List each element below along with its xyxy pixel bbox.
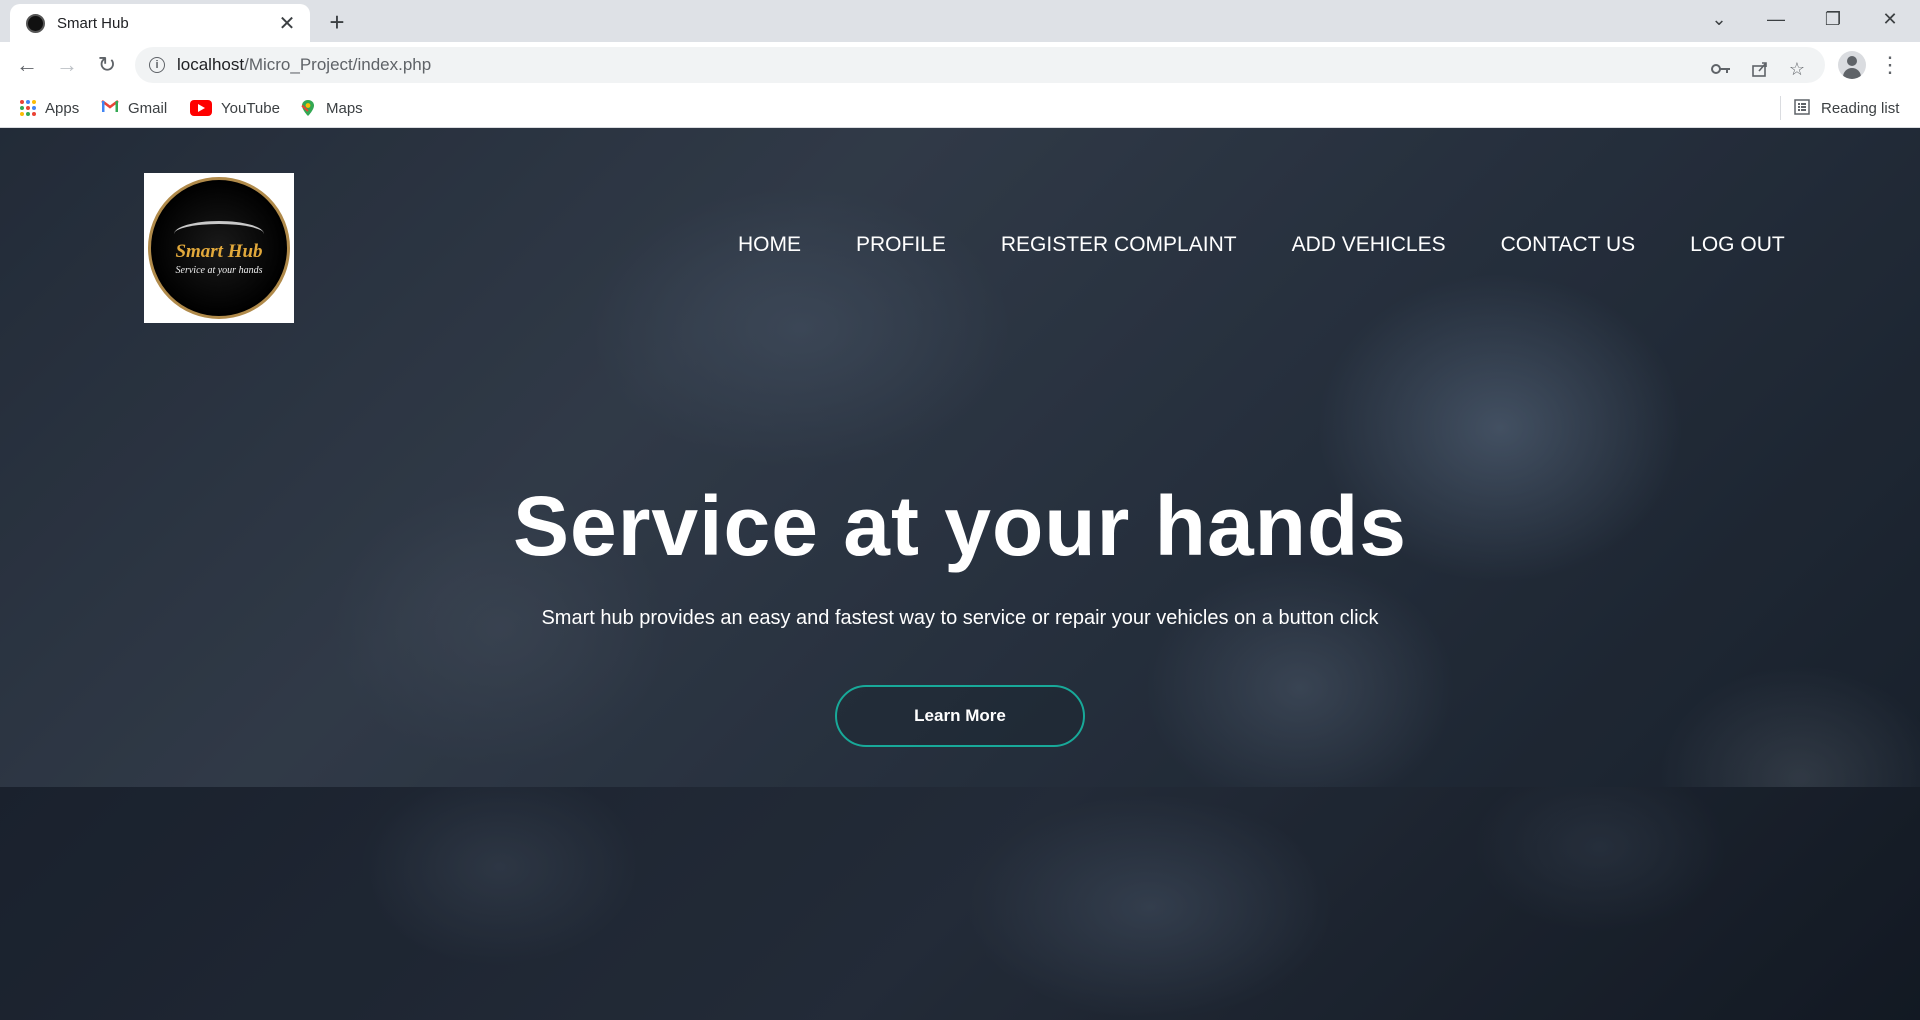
bookmark-apps[interactable]: Apps [20,88,79,128]
back-button[interactable]: ← [12,50,42,80]
window-close-button[interactable]: ✕ [1868,0,1912,38]
info-icon[interactable]: i [149,57,165,73]
url-path: /Micro_Project/index.php [244,55,432,74]
reading-list-icon [1794,99,1812,117]
tab-search-button[interactable]: ⌄ [1697,0,1741,38]
page-viewport: Smart Hub Service at your hands HOME PRO… [0,128,1920,1020]
maps-icon [299,99,317,117]
learn-more-button[interactable]: Learn More [835,685,1085,747]
nav-add-vehicles[interactable]: ADD VEHICLES [1292,233,1446,257]
bookmark-gmail[interactable]: Gmail [101,88,167,128]
url-host: localhost [177,55,245,74]
menu-icon[interactable]: ⋮ [1879,51,1901,79]
logo-emblem: Smart Hub Service at your hands [148,177,290,319]
url-text[interactable]: localhost/Micro_Project/index.php [177,55,431,75]
apps-icon [20,100,36,116]
restore-button[interactable]: ❐ [1811,0,1855,38]
nav-register-complaint[interactable]: REGISTER COMPLAINT [1001,233,1237,257]
key-icon[interactable] [1707,55,1735,83]
nav-contact-us[interactable]: CONTACT US [1501,233,1636,257]
logo-tagline: Service at your hands [175,264,263,276]
bookmark-label: Apps [45,99,80,117]
close-tab-icon[interactable]: ✕ [276,12,298,35]
address-bar[interactable]: i localhost/Micro_Project/index.php ☆ [135,47,1825,83]
hero-subtitle: Smart hub provides an easy and fastest w… [541,607,1379,629]
site-favicon-icon [26,13,45,33]
bookmark-label: YouTube [221,99,280,117]
minimize-button[interactable]: — [1754,0,1798,38]
reload-button[interactable]: ↻ [92,50,122,80]
logo-brand-text: Smart Hub [175,240,263,262]
tab-strip: Smart Hub ✕ + ⌄ — ❐ ✕ [0,0,1920,42]
bookmark-label: Gmail [128,99,168,117]
site-logo[interactable]: Smart Hub Service at your hands [144,173,294,323]
browser-tab[interactable]: Smart Hub ✕ [10,4,310,42]
main-navigation: HOME PROFILE REGISTER COMPLAINT ADD VEHI… [738,233,1785,257]
hero-title: Service at your hands [512,479,1408,573]
new-tab-button[interactable]: + [323,7,351,37]
nav-profile[interactable]: PROFILE [856,233,946,257]
nav-home[interactable]: HOME [738,233,801,257]
star-icon[interactable]: ☆ [1783,55,1811,83]
bookmarks-bar: Apps Gmail YouTube Maps Reading list [0,88,1920,128]
reading-list-button[interactable]: Reading list [1778,88,1899,128]
bookmark-youtube[interactable]: YouTube [190,88,280,128]
reading-list-label: Reading list [1821,99,1900,117]
share-icon[interactable] [1746,55,1774,83]
profile-icon[interactable] [1838,51,1866,79]
browser-toolbar: ← → ↻ i localhost/Micro_Project/index.ph… [0,42,1920,88]
bookmark-maps[interactable]: Maps [299,88,363,128]
nav-log-out[interactable]: LOG OUT [1690,233,1785,257]
youtube-icon [190,100,212,116]
forward-button[interactable]: → [52,50,82,80]
gmail-icon [101,99,119,117]
tab-title: Smart Hub [57,14,129,32]
bookmark-label: Maps [326,99,363,117]
